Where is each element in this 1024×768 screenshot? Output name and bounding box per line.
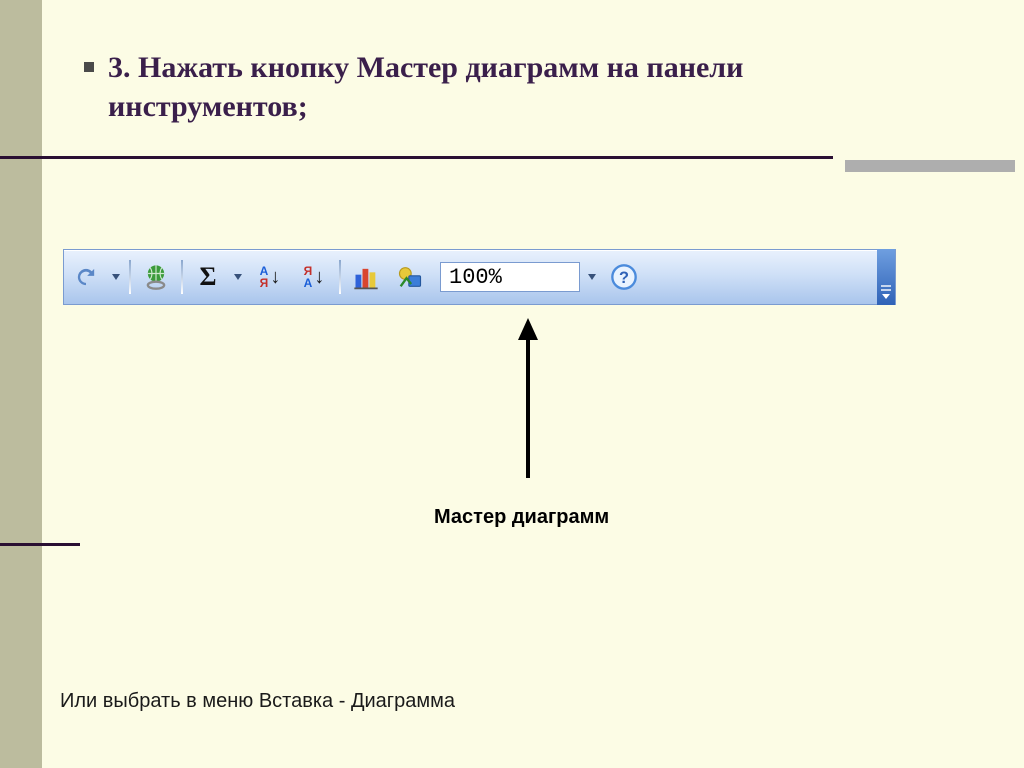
- svg-text:?: ?: [619, 269, 629, 287]
- hyperlink-icon: [142, 263, 170, 291]
- redo-button[interactable]: [66, 257, 106, 297]
- sort-desc-button[interactable]: ЯА ↓: [294, 257, 334, 297]
- sort-asc-button[interactable]: АЯ ↓: [250, 257, 290, 297]
- title-bullet: [84, 62, 94, 72]
- slide: 3. Нажать кнопку Мастер диаграмм на пане…: [0, 0, 1024, 768]
- drawing-icon: [396, 263, 424, 291]
- footer-text: Или выбрать в меню Вставка - Диаграмма: [60, 690, 455, 713]
- callout-arrow: [498, 318, 598, 488]
- redo-icon: [72, 263, 100, 291]
- chart-wizard-button[interactable]: [346, 257, 386, 297]
- zoom-input[interactable]: 100%: [440, 262, 580, 292]
- zoom-dropdown[interactable]: [584, 257, 600, 297]
- toolbar: Σ АЯ ↓ ЯА ↓: [63, 249, 896, 305]
- side-accent: [0, 0, 42, 768]
- chart-wizard-icon: [352, 263, 380, 291]
- help-button[interactable]: ?: [604, 257, 644, 297]
- divider-short: [0, 543, 80, 546]
- zoom-value: 100%: [449, 265, 502, 290]
- hyperlink-button[interactable]: [136, 257, 176, 297]
- separator: [339, 260, 341, 294]
- callout-label: Мастер диаграмм: [434, 506, 609, 529]
- separator: [129, 260, 131, 294]
- separator: [181, 260, 183, 294]
- redo-dropdown[interactable]: [108, 257, 124, 297]
- autosum-dropdown[interactable]: [230, 257, 246, 297]
- sort-desc-icon: ЯА ↓: [304, 265, 325, 289]
- sigma-icon: Σ: [200, 262, 217, 292]
- slide-title: 3. Нажать кнопку Мастер диаграмм на пане…: [108, 48, 938, 126]
- divider-main: [0, 156, 833, 159]
- toolbar-overflow[interactable]: [877, 249, 895, 305]
- divider-accent: [845, 160, 1015, 172]
- help-icon: ?: [610, 263, 638, 291]
- sort-asc-icon: АЯ ↓: [260, 265, 281, 289]
- autosum-button[interactable]: Σ: [188, 257, 228, 297]
- drawing-button[interactable]: [390, 257, 430, 297]
